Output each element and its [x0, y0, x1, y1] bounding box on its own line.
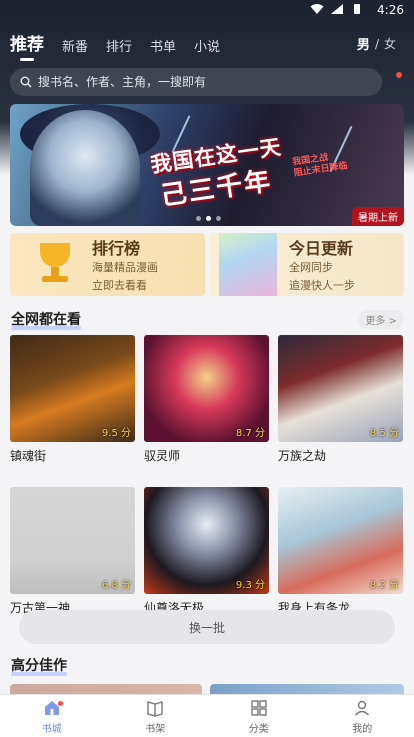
book-cover[interactable]: 8.2 分: [278, 487, 403, 594]
status-bar: 4:26: [0, 0, 414, 20]
section-title-trending: 全网都在看: [11, 309, 81, 330]
book-title[interactable]: 驭灵师: [144, 447, 269, 464]
tab-recommend[interactable]: 推荐: [10, 30, 44, 61]
ranking-card[interactable]: 排行榜 海量精品漫画 立即去看看: [10, 233, 205, 296]
daily-update-card[interactable]: 今日更新 全网同步 追漫快人一步: [209, 233, 404, 296]
bottom-navigation: 书城 书架 分类 我的: [0, 694, 414, 737]
section-title-top-rated: 高分佳作: [11, 655, 67, 676]
signal-icon: [331, 4, 343, 14]
daily-update-line2: 追漫快人一步: [289, 279, 355, 292]
bookshelf-icon: [147, 700, 163, 717]
book-card[interactable]: 9.3 分 仙尊洛无极: [144, 487, 269, 616]
banner-subtitle: 我国之战 阻止末日降临: [292, 150, 349, 179]
banner-character: [30, 110, 140, 226]
gender-separator: /: [374, 36, 379, 51]
gender-male[interactable]: 男: [357, 34, 370, 53]
nav-label: 书架: [145, 723, 166, 735]
profile-icon: [355, 700, 370, 715]
search-input[interactable]: [38, 75, 358, 89]
tab-novel[interactable]: 小说: [194, 36, 220, 55]
nav-badge-dot: [58, 701, 63, 706]
nav-bookshelf[interactable]: 书架: [104, 695, 208, 737]
book-score: 8.5 分: [369, 428, 399, 439]
tab-ranking[interactable]: 排行: [106, 36, 132, 55]
nav-category[interactable]: 分类: [207, 695, 311, 737]
book-card[interactable]: 8.5 分 万族之劫: [278, 335, 403, 464]
gender-female[interactable]: 女: [384, 35, 396, 52]
wifi-icon: [310, 4, 324, 14]
book-cover[interactable]: 6.8 分: [10, 487, 135, 594]
nav-label: 书城: [41, 723, 62, 735]
more-button[interactable]: 更多 >: [358, 310, 404, 329]
book-cover[interactable]: 9.3 分: [144, 487, 269, 594]
book-card[interactable]: 9.5 分 镇魂街: [10, 335, 135, 464]
book-score: 9.3 分: [235, 580, 265, 591]
ranking-line2: 立即去看看: [92, 279, 147, 292]
tab-new[interactable]: 新番: [62, 36, 88, 55]
banner-dot[interactable]: [196, 216, 201, 221]
book-grid: 9.5 分 镇魂街 8.7 分 驭灵师 8.5 分 万族之劫 6.8 分 万古第…: [10, 335, 404, 616]
book-score: 9.5 分: [101, 428, 131, 439]
daily-update-line1: 全网同步: [289, 261, 333, 274]
top-tabs: 推荐 新番 排行 书单 小说: [10, 30, 220, 61]
banner-dot-active[interactable]: [206, 216, 211, 221]
status-time: 4:26: [377, 3, 404, 17]
book-card[interactable]: 8.2 分 我身上有条龙: [278, 487, 403, 616]
book-score: 8.2 分: [369, 580, 399, 591]
nav-label: 分类: [248, 723, 269, 735]
banner-carousel[interactable]: 我国在这一天 己三千年 我国之战 阻止末日降临 暑期上新: [10, 104, 404, 226]
book-card[interactable]: 8.7 分 驭灵师: [144, 335, 269, 464]
book-card[interactable]: 6.8 分 万古第一神: [10, 487, 135, 616]
trophy-icon: [32, 243, 78, 287]
book-title[interactable]: 万族之劫: [278, 447, 403, 464]
daily-update-title: 今日更新: [289, 239, 354, 258]
notification-dot: [396, 72, 402, 78]
book-title[interactable]: 镇魂街: [10, 447, 135, 464]
banner-dot[interactable]: [216, 216, 221, 221]
ranking-line1: 海量精品漫画: [92, 261, 158, 274]
book-score: 6.8 分: [101, 580, 131, 591]
banner-badge: 暑期上新: [352, 207, 404, 226]
gender-switch[interactable]: 男 / 女: [357, 34, 396, 54]
nav-bookstore[interactable]: 书城: [0, 695, 104, 737]
nav-label: 我的: [352, 723, 373, 735]
nav-profile[interactable]: 我的: [311, 695, 414, 737]
search-icon: [20, 76, 32, 88]
search-bar[interactable]: [10, 68, 382, 96]
category-icon: [251, 699, 267, 716]
daily-update-thumbnail: [219, 233, 277, 296]
book-cover[interactable]: 8.7 分: [144, 335, 269, 442]
battery-icon: [354, 4, 360, 14]
book-score: 8.7 分: [235, 428, 265, 439]
ranking-title: 排行榜: [92, 239, 141, 258]
book-cover[interactable]: 9.5 分: [10, 335, 135, 442]
book-cover[interactable]: 8.5 分: [278, 335, 403, 442]
banner-pagination: [196, 216, 221, 221]
tab-booklist[interactable]: 书单: [150, 36, 176, 55]
refresh-button[interactable]: 换一批: [19, 610, 395, 644]
